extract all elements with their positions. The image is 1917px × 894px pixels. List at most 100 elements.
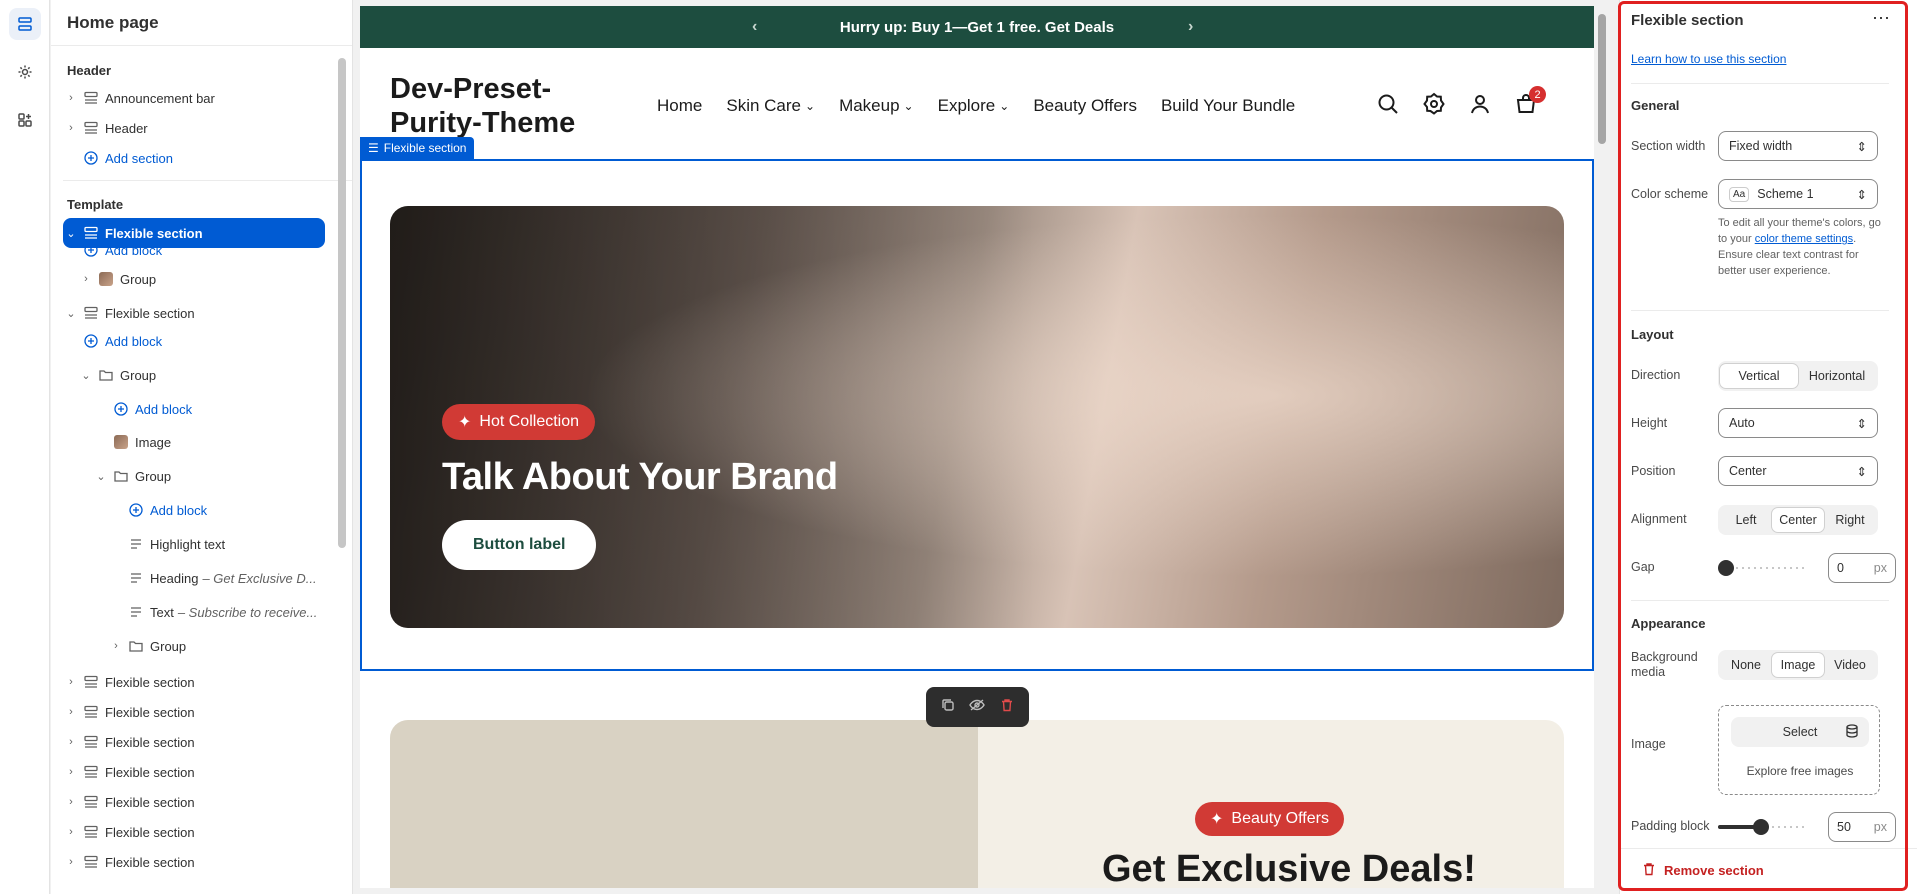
sections-icon[interactable] bbox=[9, 8, 41, 40]
nav-explore[interactable]: Explore ⌄ bbox=[938, 96, 1010, 116]
slider-knob[interactable] bbox=[1753, 819, 1769, 835]
divider bbox=[63, 180, 352, 181]
chevron-right-icon[interactable]: › bbox=[63, 736, 79, 748]
nav-makeup[interactable]: Makeup ⌄ bbox=[839, 96, 914, 116]
account-icon[interactable] bbox=[1468, 92, 1492, 121]
add-block-button[interactable]: Add block bbox=[63, 236, 352, 264]
preview-scrollbar[interactable] bbox=[1598, 14, 1606, 144]
offers-section[interactable]: ✦ Beauty Offers Get Exclusive Deals! bbox=[390, 720, 1564, 888]
section-toolbar bbox=[926, 687, 1029, 727]
tree-item-label: Add block bbox=[150, 502, 208, 518]
section-width-select[interactable]: Fixed width ⇕ bbox=[1718, 131, 1878, 161]
media-none[interactable]: None bbox=[1720, 653, 1772, 677]
tree-scrollbar[interactable] bbox=[338, 58, 346, 548]
padding-input[interactable]: 50 px bbox=[1828, 812, 1896, 842]
remove-section-button[interactable]: Remove section bbox=[1642, 862, 1764, 879]
learn-link[interactable]: Learn how to use this section bbox=[1631, 52, 1786, 66]
direction-vertical[interactable]: Vertical bbox=[1720, 364, 1798, 388]
duplicate-icon[interactable] bbox=[941, 698, 955, 717]
image-thumbnail-icon bbox=[113, 434, 129, 450]
tree-item[interactable]: › Group bbox=[63, 632, 352, 660]
tree-item[interactable]: › Group bbox=[63, 265, 352, 293]
chevron-down-icon[interactable]: ⌄ bbox=[63, 307, 79, 320]
database-icon[interactable] bbox=[1845, 723, 1859, 741]
nav-home[interactable]: Home bbox=[657, 96, 702, 116]
chevron-left-icon[interactable]: ‹ bbox=[752, 18, 757, 36]
chevron-right-icon[interactable]: › bbox=[63, 796, 79, 808]
chevron-down-icon[interactable]: ⌄ bbox=[93, 470, 109, 483]
chevron-right-icon[interactable]: › bbox=[63, 706, 79, 718]
height-select[interactable]: Auto ⇕ bbox=[1718, 408, 1878, 438]
chevron-right-icon[interactable]: › bbox=[78, 273, 94, 285]
cart-icon[interactable]: 2 bbox=[1514, 86, 1546, 121]
gap-input[interactable]: 0 px bbox=[1828, 553, 1896, 583]
tree-item[interactable]: Heading – Get Exclusive D... bbox=[63, 564, 352, 592]
tree-item[interactable]: › Flexible section bbox=[63, 668, 352, 696]
hide-icon[interactable] bbox=[969, 698, 986, 717]
nav-beauty-offers[interactable]: Beauty Offers bbox=[1033, 96, 1137, 116]
tree-item[interactable]: Image bbox=[63, 428, 352, 456]
badge-settings-icon[interactable] bbox=[1422, 92, 1446, 121]
add-section-header[interactable]: Add section bbox=[63, 144, 352, 172]
nav-build-your-bundle[interactable]: Build Your Bundle bbox=[1161, 96, 1295, 116]
announcement-bar[interactable]: ‹ Hurry up: Buy 1—Get 1 free. Get Deals … bbox=[360, 6, 1594, 48]
site-logo[interactable]: Dev-Preset-Purity-Theme bbox=[390, 72, 610, 140]
chevron-right-icon[interactable]: › bbox=[108, 640, 124, 652]
chevron-down-icon[interactable]: ⌄ bbox=[78, 369, 94, 382]
media-video[interactable]: Video bbox=[1824, 653, 1876, 677]
add-block-button[interactable]: Add block bbox=[63, 327, 352, 355]
chevron-right-icon[interactable]: › bbox=[63, 856, 79, 868]
tree-item[interactable]: › Flexible section bbox=[63, 698, 352, 726]
position-select[interactable]: Center ⇕ bbox=[1718, 456, 1878, 486]
color-scheme-select[interactable]: Aa Scheme 1 ⇕ bbox=[1718, 179, 1878, 209]
chevron-right-icon[interactable]: › bbox=[63, 766, 79, 778]
direction-horizontal[interactable]: Horizontal bbox=[1798, 364, 1876, 388]
select-image-button[interactable]: Select bbox=[1731, 717, 1869, 747]
tree-item[interactable]: ⌄ Flexible section bbox=[63, 299, 352, 327]
alignment-toggle: Left Center Right bbox=[1718, 505, 1878, 535]
section-tag[interactable]: ☰ Flexible section bbox=[360, 137, 475, 159]
add-block-button[interactable]: Add block bbox=[63, 395, 352, 423]
tree-item-header[interactable]: › Header bbox=[63, 114, 352, 142]
tree-item[interactable]: › Flexible section bbox=[63, 728, 352, 756]
alignment-center[interactable]: Center bbox=[1772, 508, 1824, 532]
chevron-right-icon[interactable]: › bbox=[1188, 18, 1193, 36]
tree-item[interactable]: › Flexible section bbox=[63, 788, 352, 816]
direction-toggle: Vertical Horizontal bbox=[1718, 361, 1878, 391]
offers-heading[interactable]: Get Exclusive Deals! bbox=[1102, 848, 1476, 888]
hero-image[interactable]: ✦ Hot Collection Talk About Your Brand Bu… bbox=[390, 206, 1564, 628]
chevron-right-icon[interactable]: › bbox=[63, 826, 79, 838]
media-image[interactable]: Image bbox=[1772, 653, 1824, 677]
gap-slider[interactable] bbox=[1718, 560, 1804, 576]
tree-item[interactable]: › Flexible section bbox=[63, 758, 352, 786]
add-block-button[interactable]: Add block bbox=[63, 496, 352, 524]
chevron-right-icon[interactable]: › bbox=[63, 676, 79, 688]
chevron-right-icon[interactable]: › bbox=[63, 92, 79, 104]
page-title: Home page bbox=[51, 0, 352, 46]
tree-item[interactable]: Highlight text bbox=[63, 530, 352, 558]
tree-item[interactable]: › Flexible section bbox=[63, 848, 352, 876]
padding-slider[interactable] bbox=[1718, 819, 1804, 835]
nav-skin-care[interactable]: Skin Care ⌄ bbox=[726, 96, 815, 116]
tree-item[interactable]: ⌄ Group bbox=[63, 361, 352, 389]
explore-free-images-link[interactable]: Explore free images bbox=[1719, 764, 1881, 778]
color-theme-settings-link[interactable]: color theme settings bbox=[1755, 233, 1853, 245]
tree-item[interactable]: › Flexible section bbox=[63, 818, 352, 846]
tree-item-label: Announcement bar bbox=[105, 90, 215, 106]
more-options-icon[interactable]: ⋯ bbox=[1872, 8, 1890, 29]
alignment-right[interactable]: Right bbox=[1824, 508, 1876, 532]
settings-gear-icon[interactable] bbox=[9, 56, 41, 88]
text-lines-icon bbox=[128, 570, 144, 586]
hero-heading[interactable]: Talk About Your Brand bbox=[442, 456, 838, 499]
storefront-preview: ‹ Hurry up: Buy 1—Get 1 free. Get Deals … bbox=[360, 6, 1594, 888]
delete-icon[interactable] bbox=[1000, 698, 1014, 717]
tree-item[interactable]: ⌄ Group bbox=[63, 462, 352, 490]
hero-button[interactable]: Button label bbox=[442, 520, 597, 570]
search-icon[interactable] bbox=[1376, 92, 1400, 121]
tree-item-announcement-bar[interactable]: › Announcement bar bbox=[63, 84, 352, 112]
alignment-left[interactable]: Left bbox=[1720, 508, 1772, 532]
tree-item[interactable]: Text – Subscribe to receive... bbox=[63, 598, 352, 626]
apps-icon[interactable] bbox=[9, 104, 41, 136]
chevron-right-icon[interactable]: › bbox=[63, 122, 79, 134]
slider-knob[interactable] bbox=[1718, 560, 1734, 576]
